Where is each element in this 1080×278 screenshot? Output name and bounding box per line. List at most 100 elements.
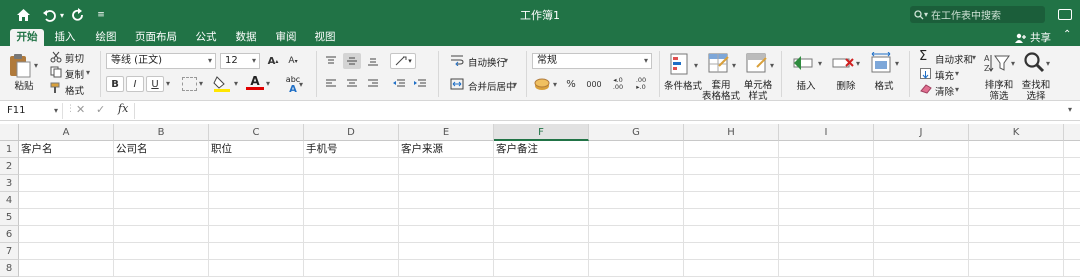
cell[interactable] [399,175,494,192]
cell[interactable] [589,141,684,158]
cell[interactable] [304,209,399,226]
row-header-6[interactable]: 6 [0,226,19,243]
cell[interactable] [684,158,779,175]
cell[interactable] [969,175,1064,192]
cell[interactable] [399,209,494,226]
paste-icon[interactable] [8,52,32,78]
column-header-d[interactable]: D [304,124,399,141]
cell[interactable] [874,226,969,243]
cell[interactable] [209,243,304,260]
tab-view[interactable]: 视图 [312,29,338,46]
worksheet-grid[interactable]: A B C D E F G H I J K 1 客户名 公司名 职位 手机号 客户来源 客户备注 2 3 4 5 6 7 8 [0,124,1080,278]
delete-cells-button[interactable]: 删除 [834,81,858,92]
cell[interactable] [114,175,209,192]
column-header-h[interactable]: H [684,124,779,141]
name-box[interactable]: F11 ▾ [3,103,63,119]
conditional-format-icon[interactable] [669,52,693,76]
cell[interactable] [19,260,114,277]
underline-button[interactable]: U [146,76,164,92]
cell[interactable] [209,226,304,243]
cell[interactable] [494,243,589,260]
sort-filter-dropdown-icon[interactable]: ▾ [1011,59,1015,68]
cell[interactable] [209,260,304,277]
cell[interactable] [684,260,779,277]
cell[interactable] [114,226,209,243]
column-header-partial[interactable] [1064,124,1080,141]
cell[interactable] [589,175,684,192]
row-header-1[interactable]: 1 [0,141,19,158]
row-header-5[interactable]: 5 [0,209,19,226]
sheet-search-input[interactable]: ▾ 在工作表中搜索 [910,6,1045,23]
formula-input[interactable] [140,104,1060,118]
cell[interactable] [969,141,1064,158]
cell[interactable] [1064,260,1080,277]
tab-draw[interactable]: 绘图 [93,29,119,46]
cell[interactable]: 客户来源 [399,141,494,158]
column-header-i[interactable]: I [779,124,874,141]
cell[interactable] [589,260,684,277]
merge-center-dropdown-icon[interactable]: ▾ [513,80,517,89]
cell[interactable] [1064,226,1080,243]
cell-style-dropdown-icon[interactable]: ▾ [770,61,774,70]
cell[interactable] [969,158,1064,175]
row-header-4[interactable]: 4 [0,192,19,209]
decrease-indent-button[interactable] [390,76,408,92]
column-header-b[interactable]: B [114,124,209,141]
cell[interactable] [969,243,1064,260]
tab-review[interactable]: 审阅 [273,29,299,46]
cell[interactable] [1064,141,1080,158]
cell[interactable] [114,243,209,260]
fill-color-icon[interactable] [212,75,232,93]
cell[interactable] [779,243,874,260]
cell[interactable] [494,158,589,175]
column-header-a[interactable]: A [19,124,114,141]
grow-font-button[interactable]: A ▴ [264,53,282,69]
cell[interactable] [779,175,874,192]
decrease-decimal-button[interactable]: .00 ▸.0 [630,75,652,93]
paste-dropdown-icon[interactable]: ▾ [34,61,38,70]
cell[interactable] [399,192,494,209]
share-button[interactable]: 共享 [1015,30,1051,45]
table-format-button[interactable]: 套用 表格格式 [702,80,740,102]
cell[interactable] [304,158,399,175]
wrap-text-dropdown-icon[interactable]: ▾ [504,56,508,65]
borders-dropdown-icon[interactable]: ▾ [199,79,203,88]
cell[interactable] [779,209,874,226]
find-select-button[interactable]: 查找和 选择 [1020,80,1052,102]
cell[interactable] [304,192,399,209]
cell[interactable] [874,158,969,175]
cell[interactable] [494,192,589,209]
comma-style-button[interactable]: 000 [582,76,606,92]
cell[interactable] [969,192,1064,209]
increase-indent-button[interactable] [411,76,429,92]
clear-dropdown-icon[interactable]: ▾ [955,85,959,94]
align-center-button[interactable] [343,76,361,92]
cell[interactable] [969,209,1064,226]
borders-icon[interactable] [182,77,197,91]
cell[interactable] [19,209,114,226]
orientation-button[interactable]: ▾ [390,53,416,69]
cell[interactable] [779,158,874,175]
cell[interactable] [19,226,114,243]
italic-button[interactable]: I [126,76,144,92]
underline-dropdown-icon[interactable]: ▾ [166,79,170,88]
tab-insert[interactable]: 插入 [52,29,78,46]
cell[interactable] [874,141,969,158]
formula-bar-drag-handle[interactable]: ⋮ [66,104,75,114]
copy-dropdown-icon[interactable]: ▾ [86,68,90,77]
collapse-ribbon-icon[interactable]: ⌃ [1063,29,1071,40]
cell[interactable] [684,141,779,158]
cell[interactable] [779,141,874,158]
cancel-entry-icon[interactable]: ✕ [76,103,85,116]
clear-button[interactable]: 清除 [935,84,954,98]
insert-cells-icon[interactable] [792,54,816,72]
cell[interactable] [589,209,684,226]
cell[interactable] [114,260,209,277]
cell[interactable] [209,192,304,209]
cell[interactable] [874,192,969,209]
phonetic-dropdown-icon[interactable]: ▾ [299,80,303,89]
cell[interactable] [19,192,114,209]
cell[interactable] [399,260,494,277]
find-select-dropdown-icon[interactable]: ▾ [1046,59,1050,68]
cell[interactable] [304,175,399,192]
